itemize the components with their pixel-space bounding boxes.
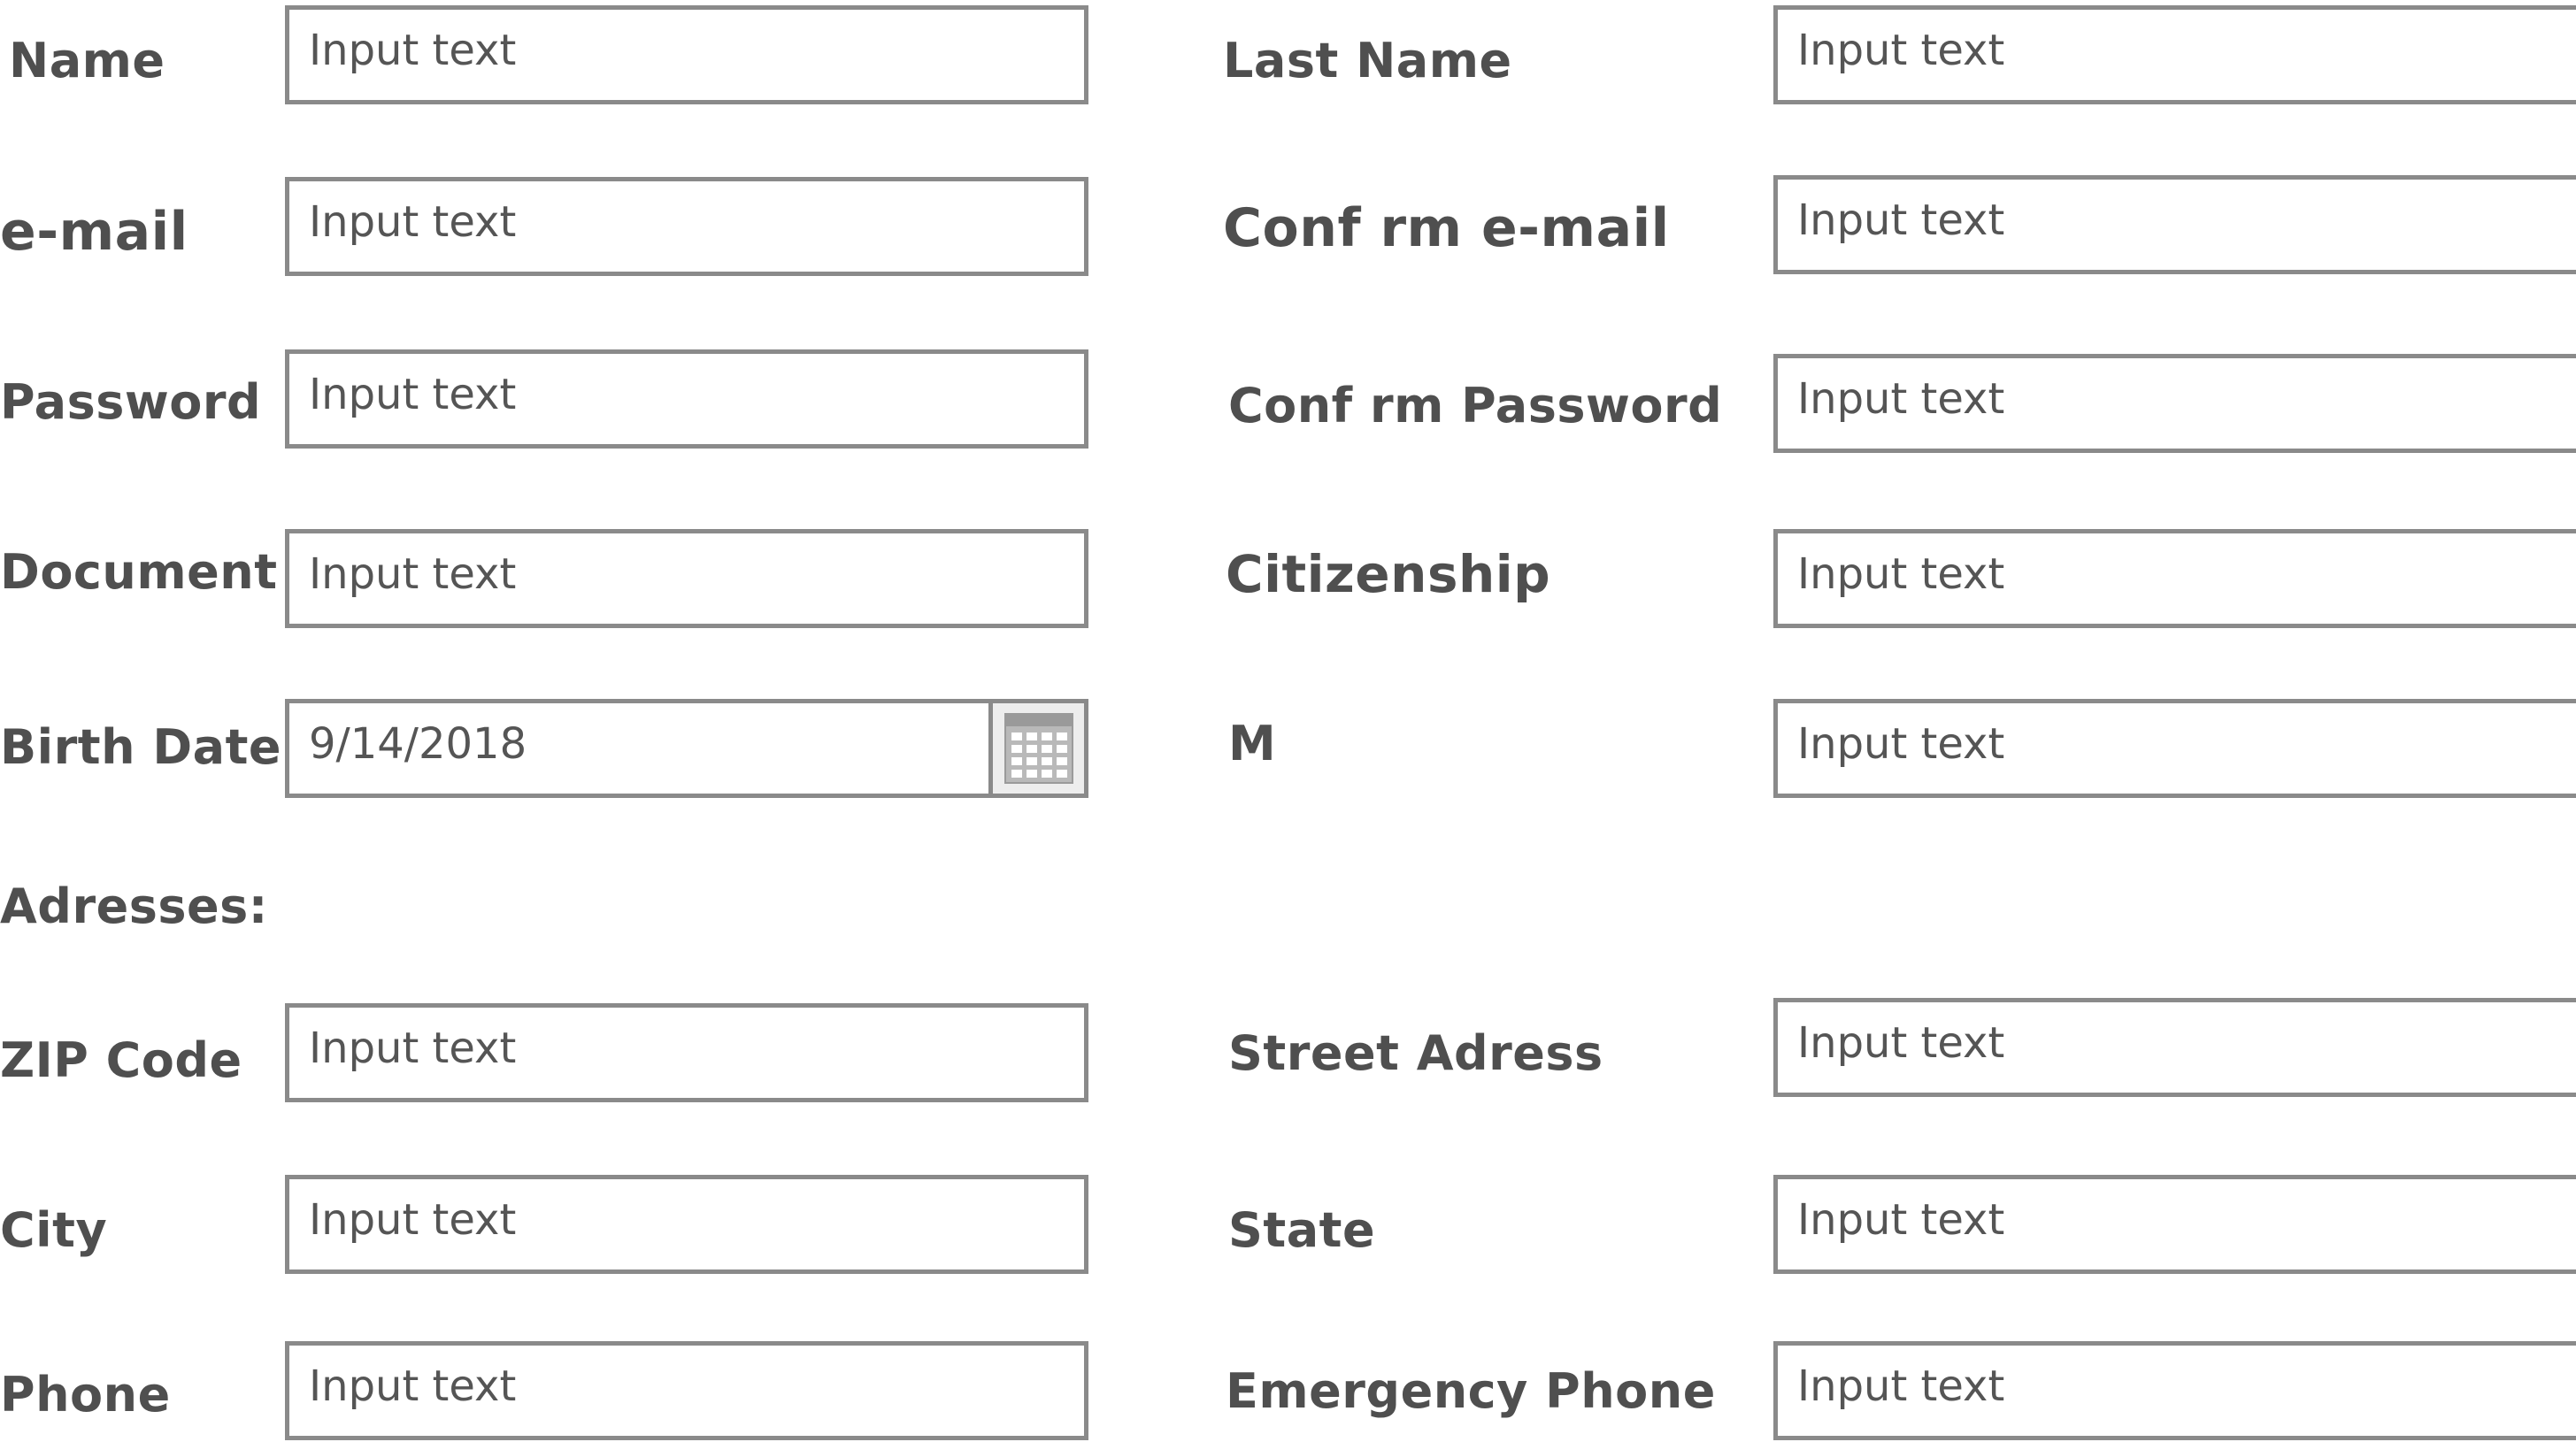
email-label: e-mail <box>0 201 188 263</box>
state-label: State <box>1228 1202 1376 1258</box>
password-field[interactable]: Input text <box>285 349 1088 449</box>
phone-label: Phone <box>0 1367 171 1423</box>
document-field[interactable]: Input text <box>285 529 1088 628</box>
confirm-email-field[interactable]: Input text <box>1773 175 2576 274</box>
birth-date-field-value: 9/14/2018 <box>309 719 527 769</box>
zip-code-field-value: Input text <box>309 1024 517 1073</box>
name-field[interactable]: Input text <box>285 5 1088 104</box>
city-label: City <box>0 1202 108 1258</box>
confirm-password-field[interactable]: Input text <box>1773 354 2576 453</box>
document-label: Document <box>0 544 278 600</box>
zip-code-field[interactable]: Input text <box>285 1003 1088 1102</box>
confirm-password-field-value: Input text <box>1797 374 2005 424</box>
confirm-email-label: Conf rm e-mail <box>1223 197 1670 259</box>
m-field-value: Input text <box>1797 719 2005 769</box>
citizenship-field[interactable]: Input text <box>1773 529 2576 628</box>
birth-date-label: Birth Date <box>0 719 282 775</box>
state-field[interactable]: Input text <box>1773 1175 2576 1274</box>
phone-field[interactable]: Input text <box>285 1341 1088 1440</box>
calendar-button[interactable] <box>988 703 1084 794</box>
password-field-value: Input text <box>309 370 517 419</box>
confirm-password-label: Conf rm Password <box>1228 378 1723 433</box>
city-field-value: Input text <box>309 1195 517 1245</box>
name-label: Name <box>9 33 165 88</box>
last-name-label: Last Name <box>1223 33 1512 88</box>
email-field[interactable]: Input text <box>285 177 1088 276</box>
name-field-value: Input text <box>309 26 517 75</box>
citizenship-field-value: Input text <box>1797 549 2005 599</box>
m-field[interactable]: Input text <box>1773 699 2576 798</box>
street-address-field[interactable]: Input text <box>1773 998 2576 1097</box>
zip-code-label: ZIP Code <box>0 1032 242 1088</box>
last-name-field-value: Input text <box>1797 26 2005 75</box>
calendar-icon <box>1003 713 1073 784</box>
email-field-value: Input text <box>309 197 517 247</box>
password-label: Password <box>0 374 262 430</box>
emergency-phone-label: Emergency Phone <box>1226 1363 1716 1419</box>
citizenship-label: Citizenship <box>1226 544 1551 604</box>
emergency-phone-field-value: Input text <box>1797 1361 2005 1411</box>
street-address-field-value: Input text <box>1797 1018 2005 1068</box>
street-address-label: Street Adress <box>1228 1025 1603 1081</box>
addresses-heading: Adresses: <box>0 878 268 934</box>
phone-field-value: Input text <box>309 1361 517 1411</box>
last-name-field[interactable]: Input text <box>1773 5 2576 104</box>
confirm-email-field-value: Input text <box>1797 196 2005 245</box>
document-field-value: Input text <box>309 549 517 599</box>
birth-date-field[interactable]: 9/14/2018 <box>285 699 1088 798</box>
m-label: M <box>1228 716 1277 771</box>
state-field-value: Input text <box>1797 1195 2005 1245</box>
emergency-phone-field[interactable]: Input text <box>1773 1341 2576 1440</box>
city-field[interactable]: Input text <box>285 1175 1088 1274</box>
